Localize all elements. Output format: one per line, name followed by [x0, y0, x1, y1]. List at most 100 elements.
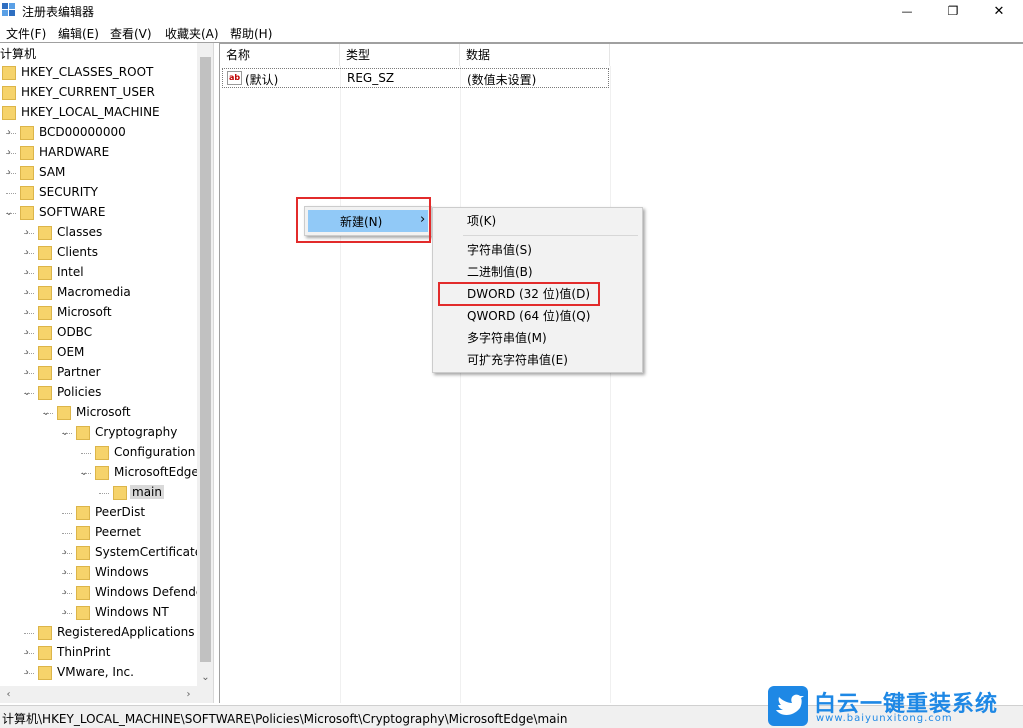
expand-chevron-icon[interactable]: ›	[22, 247, 32, 259]
expand-chevron-icon[interactable]: ›	[22, 667, 32, 679]
expand-chevron-icon[interactable]: ›	[22, 367, 32, 379]
folder-icon	[20, 166, 34, 180]
values-pane[interactable]: 名称 类型 数据 ab (默认) REG_SZ (数值未设置)	[219, 43, 1023, 703]
expand-chevron-icon[interactable]: ›	[4, 147, 14, 159]
tree-item[interactable]: › Windows Defender	[0, 583, 208, 603]
tree-item[interactable]: › ThinPrint	[0, 643, 200, 663]
menu-help[interactable]: 帮助(H)	[230, 25, 272, 42]
folder-shape	[76, 546, 90, 560]
close-button[interactable]: ✕	[976, 0, 1022, 22]
expand-chevron-icon[interactable]: ›	[4, 167, 14, 179]
tree-item[interactable]: › ODBC	[0, 323, 200, 343]
folder-shape	[113, 486, 127, 500]
tree-item-label: HKEY_CURRENT_USER	[21, 85, 155, 99]
scroll-right-icon[interactable]: ›	[180, 686, 197, 703]
scroll-down-icon[interactable]: ⌄	[197, 670, 213, 686]
tree-item[interactable]: › Windows	[0, 563, 200, 583]
collapse-chevron-icon[interactable]: ⌄	[60, 427, 70, 439]
tree-item[interactable]: ⌄ Cryptography	[0, 423, 200, 443]
tree-item[interactable]: › Clients	[0, 243, 200, 263]
expand-chevron-icon[interactable]: ›	[22, 267, 32, 279]
tree-item[interactable]: › HARDWARE	[0, 143, 200, 163]
expand-chevron-icon[interactable]: ›	[22, 227, 32, 239]
expand-chevron-icon[interactable]: ›	[22, 327, 32, 339]
submenu-item-multi-string-value[interactable]: 多字符串值(M)	[435, 327, 640, 349]
collapse-chevron-icon[interactable]: ⌄	[22, 387, 32, 399]
tree-scroll-thumb[interactable]	[200, 57, 211, 662]
tree-item[interactable]: ⌄ SOFTWARE	[0, 203, 200, 223]
minimize-button[interactable]: —	[884, 0, 930, 22]
tree-item[interactable]: › Classes	[0, 223, 200, 243]
restore-icon: ❐	[947, 4, 959, 18]
tree-item[interactable]: › Intel	[0, 263, 200, 283]
expand-chevron-icon[interactable]: ›	[22, 287, 32, 299]
menu-file[interactable]: 文件(F)	[6, 25, 46, 42]
expand-chevron-icon[interactable]: ›	[22, 347, 32, 359]
folder-icon	[2, 86, 16, 100]
folder-shape	[38, 326, 52, 340]
submenu-item-expandable-string-value[interactable]: 可扩充字符串值(E)	[435, 349, 640, 371]
folder-icon	[38, 346, 52, 360]
submenu-item-binary-value[interactable]: 二进制值(B)	[435, 261, 640, 283]
column-header-type[interactable]: 类型	[340, 44, 460, 66]
tree-item[interactable]: Peernet	[0, 523, 200, 543]
tree-item[interactable]: PeerDist	[0, 503, 200, 523]
submenu-item-key[interactable]: 项(K)	[435, 210, 640, 232]
tree-item[interactable]: ⌄ Policies	[0, 383, 200, 403]
column-header-name[interactable]: 名称	[220, 44, 340, 66]
tree-item[interactable]: HKEY_CURRENT_USER	[0, 83, 200, 103]
tree-item[interactable]: Configuration	[0, 443, 200, 463]
scroll-left-icon[interactable]: ‹	[0, 686, 17, 703]
tree-item[interactable]: main	[0, 483, 200, 503]
maximize-button[interactable]: ❐	[930, 0, 976, 22]
tree-vertical-scrollbar[interactable]: ⌄	[197, 43, 213, 686]
tree-item[interactable]: › BCD00000000	[0, 123, 200, 143]
folder-icon	[113, 486, 127, 500]
tree-item[interactable]: › Windows NT	[0, 603, 200, 623]
folder-icon	[38, 646, 52, 660]
tree-item[interactable]: ⌄ Microsoft	[0, 403, 200, 423]
menu-edit[interactable]: 编辑(E)	[58, 25, 99, 42]
folder-icon	[38, 326, 52, 340]
tree-horizontal-scrollbar[interactable]: ‹ ›	[0, 686, 213, 703]
folder-icon	[20, 146, 34, 160]
tree-item[interactable]: › Microsoft	[0, 303, 200, 323]
tree-item[interactable]: › SAM	[0, 163, 200, 183]
tree-item[interactable]: ⌄ MicrosoftEdge	[0, 463, 200, 483]
expand-chevron-icon[interactable]: ›	[60, 607, 70, 619]
folder-shape	[76, 566, 90, 580]
menu-view[interactable]: 查看(V)	[110, 25, 152, 42]
folder-icon	[76, 426, 90, 440]
expand-chevron-icon[interactable]: ›	[22, 307, 32, 319]
submenu-item-qword-value[interactable]: QWORD (64 位)值(Q)	[435, 305, 640, 327]
tree-item[interactable]: › Macromedia	[0, 283, 200, 303]
value-row-default[interactable]: ab (默认) REG_SZ (数值未设置)	[222, 68, 609, 88]
tree-item[interactable]: › Partner	[0, 363, 200, 383]
tree-item[interactable]: › VMware, Inc.	[0, 663, 200, 683]
expand-chevron-icon[interactable]: ›	[60, 587, 70, 599]
collapse-chevron-icon[interactable]: ⌄	[4, 207, 14, 219]
tree-item[interactable]: HKEY_LOCAL_MACHINE	[0, 103, 200, 123]
tree-item[interactable]: HKEY_CLASSES_ROOT	[0, 63, 200, 83]
regedit-app-icon	[2, 3, 16, 17]
expand-chevron-icon[interactable]: ›	[60, 567, 70, 579]
collapse-chevron-icon[interactable]: ⌄	[41, 407, 51, 419]
key-tree-pane[interactable]: 计算机 HKEY_CLASSES_ROOT HKEY_CURRENT_USER HKE…	[0, 43, 214, 703]
expand-chevron-icon[interactable]: ›	[4, 127, 14, 139]
expand-chevron-icon[interactable]: ›	[60, 547, 70, 559]
folder-icon	[38, 266, 52, 280]
expand-chevron-icon[interactable]: ›	[22, 647, 32, 659]
collapse-chevron-icon[interactable]: ⌄	[79, 467, 89, 479]
tree-item[interactable]: › SystemCertificates	[0, 543, 208, 563]
tree-item[interactable]: RegisteredApplications	[0, 623, 200, 643]
tree-item[interactable]: SECURITY	[0, 183, 200, 203]
folder-icon	[76, 526, 90, 540]
submenu-item-string-value[interactable]: 字符串值(S)	[435, 239, 640, 261]
tree-item[interactable]: 计算机	[0, 43, 200, 63]
menu-favorites[interactable]: 收藏夹(A)	[165, 25, 219, 42]
column-header-data[interactable]: 数据	[460, 44, 610, 66]
tree-item[interactable]: › OEM	[0, 343, 200, 363]
column-separator	[460, 66, 461, 703]
tree-item-label: 计算机	[0, 47, 37, 61]
tree-item-label: Windows Defender	[95, 585, 209, 599]
